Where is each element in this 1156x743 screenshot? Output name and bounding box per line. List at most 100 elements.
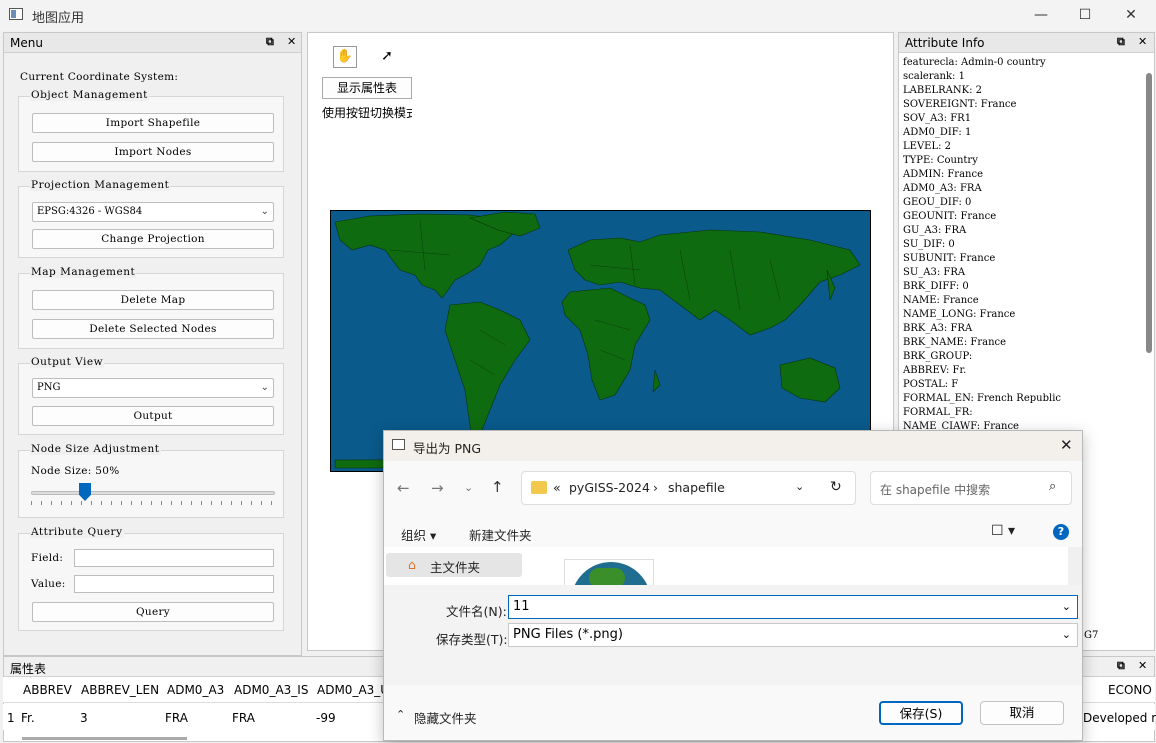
column-header[interactable]: ECONO xyxy=(1108,683,1152,697)
search-box[interactable]: 在 shapefile 中搜索 ⌕ xyxy=(870,471,1072,505)
group-title: Output View xyxy=(30,356,105,368)
minimize-button[interactable]: — xyxy=(1018,0,1064,31)
scrollbar[interactable] xyxy=(1146,73,1152,353)
output-button[interactable]: Output xyxy=(32,406,274,426)
table-cell[interactable]: Fr. xyxy=(21,711,35,725)
row-index: 1 xyxy=(7,711,15,725)
sidebar-item-home[interactable]: ⌂ 主文件夹 xyxy=(386,553,522,577)
column-header[interactable]: ADM0_A3 xyxy=(167,683,224,697)
home-icon: ⌂ xyxy=(408,557,416,572)
dialog-close-icon[interactable]: ✕ xyxy=(1060,436,1073,454)
group-title: Attribute Query xyxy=(30,526,124,538)
table-cell[interactable]: FRA xyxy=(165,711,188,725)
column-header[interactable]: ABBREV_LEN xyxy=(81,683,159,697)
attribute-line: LEVEL: 2 xyxy=(903,141,952,152)
filename-input[interactable]: 11 ⌄ xyxy=(508,595,1078,619)
attribute-line: NAME_LONG: France xyxy=(903,309,1016,320)
path-prefix: « xyxy=(553,480,561,495)
title-bar: 地图应用 — ☐ ✕ xyxy=(0,0,1156,31)
delete-map-button[interactable]: Delete Map xyxy=(32,290,274,310)
folder-icon xyxy=(531,481,547,494)
attribute-line: SOV_A3: FR1 xyxy=(903,113,972,124)
chevron-down-icon: ⌄ xyxy=(260,382,269,393)
value-label: Value: xyxy=(31,578,66,590)
import-nodes-button[interactable]: Import Nodes xyxy=(32,142,274,162)
attribute-info-text: featurecla: Admin-0 country scalerank: 1 L… xyxy=(903,56,1061,434)
help-icon[interactable]: ? xyxy=(1053,524,1069,540)
filename-area: 文件名(N): 11 ⌄ 保存类型(T): PNG Files (*.png) ⌄ xyxy=(384,585,1082,685)
select-tool-button[interactable]: ➚ xyxy=(375,46,399,68)
dialog-title-bar: 导出为 PNG ✕ xyxy=(384,431,1082,461)
cancel-button[interactable]: 取消 xyxy=(980,701,1064,725)
value-input[interactable] xyxy=(74,575,274,593)
chevron-down-icon: ⌄ xyxy=(1061,628,1071,641)
float-icon[interactable]: ⧉ xyxy=(1117,35,1125,49)
field-input[interactable] xyxy=(74,549,274,567)
attribute-line: ADM0_DIF: 1 xyxy=(903,127,972,138)
horizontal-scrollbar[interactable] xyxy=(22,737,187,740)
hide-folders-toggle[interactable]: 隐藏文件夹 xyxy=(414,708,477,727)
filename-label: 文件名(N): xyxy=(446,604,507,619)
search-icon: ⌕ xyxy=(1049,479,1057,494)
attribute-line: SU_A3: FRA xyxy=(903,267,966,278)
node-size-slider[interactable] xyxy=(31,483,275,505)
app-icon xyxy=(9,8,23,20)
delete-selected-nodes-button[interactable]: Delete Selected Nodes xyxy=(32,319,274,339)
sidebar-item-label: 主文件夹 xyxy=(430,560,481,575)
attribute-line: POSTAL: F xyxy=(903,379,959,390)
group-title: Map Management xyxy=(30,266,137,278)
attribute-line: SUBUNIT: France xyxy=(903,253,996,264)
view-icon[interactable]: ☐ ▾ xyxy=(991,523,1015,539)
search-placeholder: 在 shapefile 中搜索 xyxy=(880,483,991,497)
column-header[interactable]: ADM0_A3_U xyxy=(317,683,389,697)
attribute-line: ADM0_A3: FRA xyxy=(903,183,982,194)
attribute-line: FORMAL_EN: French Republic xyxy=(903,393,1061,404)
change-projection-button[interactable]: Change Projection xyxy=(32,229,274,249)
close-icon[interactable]: ✕ xyxy=(287,35,296,48)
projection-select[interactable]: EPSG:4326 - WGS84 ⌄ xyxy=(32,202,274,222)
filetype-select[interactable]: PNG Files (*.png) ⌄ xyxy=(508,623,1078,647)
attribute-line: NAME: France xyxy=(903,295,979,306)
close-icon[interactable]: ✕ xyxy=(1138,659,1147,672)
float-icon[interactable]: ⧉ xyxy=(266,35,274,49)
import-shapefile-button[interactable]: Import Shapefile xyxy=(32,113,274,133)
table-cell[interactable]: FRA xyxy=(232,711,255,725)
breadcrumb-item[interactable]: shapefile xyxy=(668,480,725,495)
table-cell[interactable]: 3 xyxy=(80,711,88,725)
up-icon[interactable]: ↑ xyxy=(491,478,504,496)
back-icon[interactable]: ← xyxy=(397,479,410,497)
column-header[interactable]: ADM0_A3_IS xyxy=(234,683,308,697)
attribute-line: GEOUNIT: France xyxy=(903,211,997,222)
pointer-icon: ➚ xyxy=(381,48,393,64)
column-header[interactable]: ABBREV xyxy=(23,683,72,697)
chevron-down-icon[interactable]: ⌄ xyxy=(464,481,473,494)
output-format-select[interactable]: PNG ⌄ xyxy=(32,378,274,398)
chevron-down-icon[interactable]: ⌄ xyxy=(795,480,804,493)
show-attr-table-button[interactable]: 显示属性表 xyxy=(322,77,412,99)
query-button[interactable]: Query xyxy=(32,602,274,622)
attribute-line: BRK_GROUP: xyxy=(903,351,973,362)
node-size-label: Node Size: 50% xyxy=(31,465,120,477)
forward-icon[interactable]: → xyxy=(431,479,444,497)
refresh-icon[interactable]: ↻ xyxy=(830,479,842,495)
maximize-button[interactable]: ☐ xyxy=(1062,0,1108,31)
menu-dock-title: Menu xyxy=(10,36,43,50)
table-cell[interactable]: Developed r xyxy=(1083,711,1156,725)
close-button[interactable]: ✕ xyxy=(1108,0,1154,31)
address-bar[interactable]: « pyGISS-2024 › shapefile ⌄ ↻ xyxy=(521,471,856,505)
slider-handle[interactable] xyxy=(79,483,91,501)
table-cell[interactable]: -99 xyxy=(316,711,336,725)
float-icon[interactable]: ⧉ xyxy=(1117,659,1125,673)
new-folder-button[interactable]: 新建文件夹 xyxy=(469,525,532,544)
file-thumbnail[interactable] xyxy=(564,559,654,585)
dialog-title: 导出为 PNG xyxy=(413,441,482,456)
pan-tool-button[interactable]: ✋ xyxy=(333,46,357,68)
breadcrumb-item[interactable]: pyGISS-2024 xyxy=(569,480,650,495)
chevron-up-icon[interactable]: ⌃ xyxy=(396,708,405,721)
breadcrumb-separator: › xyxy=(653,480,658,495)
chevron-down-icon: ⌄ xyxy=(1061,600,1071,613)
organize-menu[interactable]: 组织 ▾ xyxy=(401,525,436,544)
save-button[interactable]: 保存(S) xyxy=(879,701,963,725)
attribute-line: SOVEREIGNT: France xyxy=(903,99,1017,110)
close-icon[interactable]: ✕ xyxy=(1138,35,1147,48)
